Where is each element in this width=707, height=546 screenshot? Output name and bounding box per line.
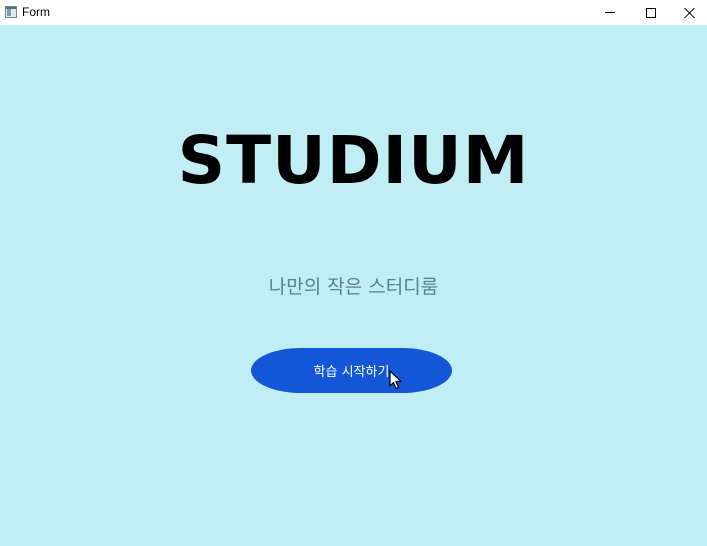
app-subtitle: 나만의 작은 스터디룸 — [268, 276, 439, 298]
window-title: Form — [22, 5, 50, 19]
close-icon — [684, 7, 696, 19]
title-bar[interactable]: Form — [0, 0, 707, 25]
app-icon — [5, 6, 17, 18]
minimize-button[interactable] — [590, 0, 630, 25]
start-study-button[interactable]: 학습 시작하기 — [251, 348, 452, 393]
maximize-icon — [646, 7, 656, 18]
minimize-icon — [605, 12, 615, 13]
app-headline: STUDIUM — [177, 122, 530, 199]
app-window: Form STUDIUM 나만의 작은 스터디룸 학습 시작하기 — [0, 0, 707, 546]
close-button[interactable] — [670, 0, 707, 25]
maximize-button[interactable] — [631, 0, 671, 25]
